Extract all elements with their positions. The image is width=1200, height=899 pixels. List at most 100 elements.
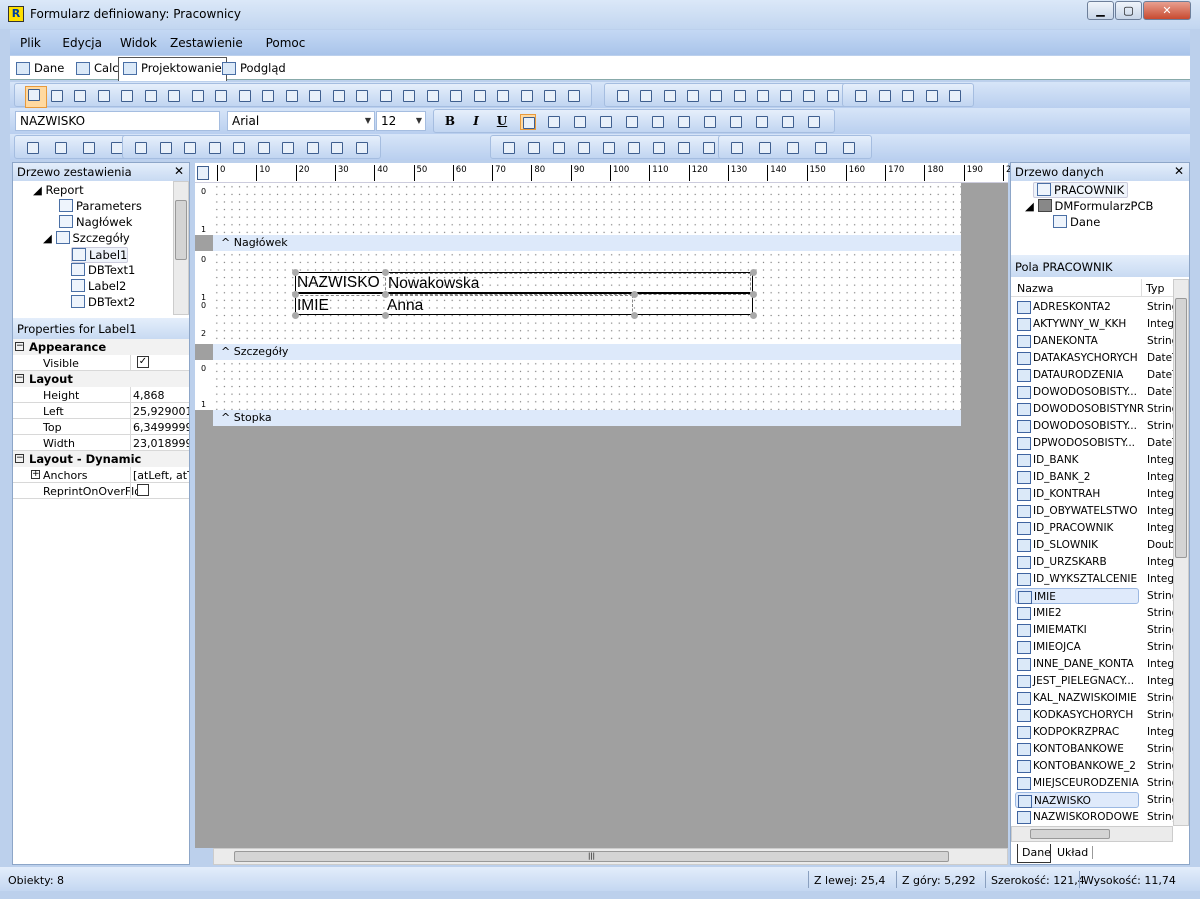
pencil-button[interactable] (924, 88, 940, 104)
align-center-button[interactable] (546, 114, 562, 130)
header-band-bar[interactable]: ^ Nagłówek (213, 235, 961, 251)
field-item[interactable]: NAZWISKO (1015, 792, 1139, 808)
report-tree-item-label2[interactable]: Label2 (71, 279, 126, 293)
menu-zestawienie[interactable]: Zestawienie (170, 36, 243, 50)
db-label-button[interactable] (378, 88, 394, 104)
align-middles-button[interactable] (133, 140, 149, 156)
expand-icon[interactable]: + (31, 470, 40, 479)
resize-handle[interactable] (382, 291, 389, 298)
size-to-tallest-button[interactable] (256, 140, 272, 156)
field-item[interactable]: ID_SLOWNIK (1015, 537, 1139, 553)
bring-forward-button[interactable] (780, 114, 796, 130)
property-category[interactable]: − Appearance (13, 339, 189, 355)
column-header-name[interactable]: Nazwa (1017, 282, 1053, 295)
property-value[interactable]: 6,3499999 (133, 421, 189, 434)
label1-nazwisko[interactable]: NAZWISKO (295, 273, 385, 293)
field-item[interactable]: DATAURODZENIA (1015, 367, 1139, 383)
border-button[interactable] (702, 114, 718, 130)
calc-variable-button[interactable] (143, 88, 159, 104)
nudge-up-button[interactable] (280, 140, 296, 156)
field-item[interactable]: DOWODOSOBISTYNR (1015, 401, 1144, 417)
tab-podgląd[interactable]: Podgląd (218, 58, 290, 80)
close-icon[interactable]: ✕ (174, 164, 184, 178)
data-tree-button[interactable] (877, 88, 893, 104)
report-tree-button[interactable] (853, 88, 869, 104)
property-row[interactable]: Visible ✓ (13, 355, 189, 371)
font-name-select[interactable]: Arial ▼ (227, 111, 375, 131)
system-variable-button[interactable] (119, 88, 135, 104)
collapse-icon[interactable]: − (15, 454, 24, 463)
field-item[interactable]: MIEJSCEURODZENIA (1015, 775, 1139, 791)
anchor-button[interactable] (676, 114, 692, 130)
line-button[interactable] (213, 88, 229, 104)
field-item[interactable]: JEST_PIELEGNACY... (1015, 673, 1139, 689)
property-category[interactable]: − Layout - Dynamic (13, 451, 189, 467)
send-back-button[interactable] (754, 114, 770, 130)
property-row[interactable]: ReprintOnOverFlo (13, 483, 189, 499)
db-image-button[interactable] (472, 88, 488, 104)
column-header-type[interactable]: Typ (1146, 282, 1165, 295)
property-value[interactable]: 23,018999 (133, 437, 189, 450)
footer-band-bar[interactable]: ^ Stopka (213, 410, 961, 426)
bold-button[interactable]: B (442, 114, 458, 130)
dbtext2-imie[interactable]: Anna (385, 295, 633, 316)
space-v-button[interactable] (207, 140, 223, 156)
field-item[interactable]: IMIE (1015, 588, 1139, 604)
fields-vscrollbar[interactable] (1173, 279, 1189, 826)
resize-handle[interactable] (292, 269, 299, 276)
fill-color-button[interactable] (729, 140, 745, 156)
font-color-button[interactable] (624, 114, 640, 130)
property-checkbox[interactable] (137, 484, 149, 496)
expand-icon[interactable]: ◢ (33, 183, 46, 197)
horizontal-scrollbar[interactable]: ||| (213, 848, 1008, 865)
filter-button[interactable] (354, 88, 370, 104)
db-text-style-button[interactable] (519, 88, 535, 104)
property-row[interactable]: Left 25,929001 (13, 403, 189, 419)
db-rich-text-button[interactable] (448, 88, 464, 104)
chart-button[interactable] (284, 88, 300, 104)
field-item[interactable]: ADRESKONTA2 (1015, 299, 1139, 315)
summary-button[interactable] (755, 88, 771, 104)
open-button[interactable] (526, 140, 542, 156)
detail-band-bar[interactable]: ^ Szczegóły (213, 344, 961, 360)
close-icon[interactable]: ✕ (1174, 164, 1184, 178)
field-item[interactable]: KONTOBANKOWE_2 (1015, 758, 1139, 774)
db-shape-button[interactable] (566, 88, 582, 104)
resize-handle[interactable] (292, 291, 299, 298)
justify-button[interactable] (598, 114, 614, 130)
tab-calc[interactable]: Calc (72, 58, 123, 80)
line-width-button[interactable] (813, 140, 829, 156)
bring-front-button[interactable] (728, 114, 744, 130)
report-tree-item-dbtext1[interactable]: DBText1 (71, 263, 135, 277)
page-style-button[interactable] (685, 88, 701, 104)
menu-widok[interactable]: Widok (120, 36, 157, 50)
resize-handle[interactable] (750, 312, 757, 319)
group-button[interactable] (708, 88, 724, 104)
label2-imie[interactable]: IMIE (295, 295, 385, 316)
print-button[interactable] (601, 140, 617, 156)
field-item[interactable]: ID_OBYWATELSTWO (1015, 503, 1139, 519)
2d-barcode-button[interactable] (260, 88, 276, 104)
copy-button[interactable] (676, 140, 692, 156)
tab-uklad[interactable]: Układ (1053, 846, 1094, 859)
field-item[interactable]: IMIEMATKI (1015, 622, 1139, 638)
close-button[interactable]: ✕ (1143, 1, 1191, 20)
cut-button[interactable] (651, 140, 667, 156)
gradient-button[interactable] (785, 140, 801, 156)
paste-button[interactable] (701, 140, 717, 156)
align-right-button[interactable] (572, 114, 588, 130)
align-left-edges-button[interactable] (25, 140, 41, 156)
grid-button[interactable] (900, 88, 916, 104)
align-bottoms-button[interactable] (158, 140, 174, 156)
property-value[interactable]: 4,868 (133, 389, 189, 402)
title-button[interactable] (801, 88, 817, 104)
nudge-right-button[interactable] (354, 140, 370, 156)
field-item[interactable]: ID_BANK (1015, 452, 1139, 468)
menu-edycja[interactable]: Edycja (62, 36, 102, 50)
send-backward-button[interactable] (806, 114, 822, 130)
image-button[interactable] (166, 88, 182, 104)
align-right-edges-button[interactable] (81, 140, 97, 156)
db-memo-button[interactable] (401, 88, 417, 104)
field-item[interactable]: DPWODOSOBISTY... (1015, 435, 1139, 451)
resize-handle[interactable] (750, 269, 757, 276)
